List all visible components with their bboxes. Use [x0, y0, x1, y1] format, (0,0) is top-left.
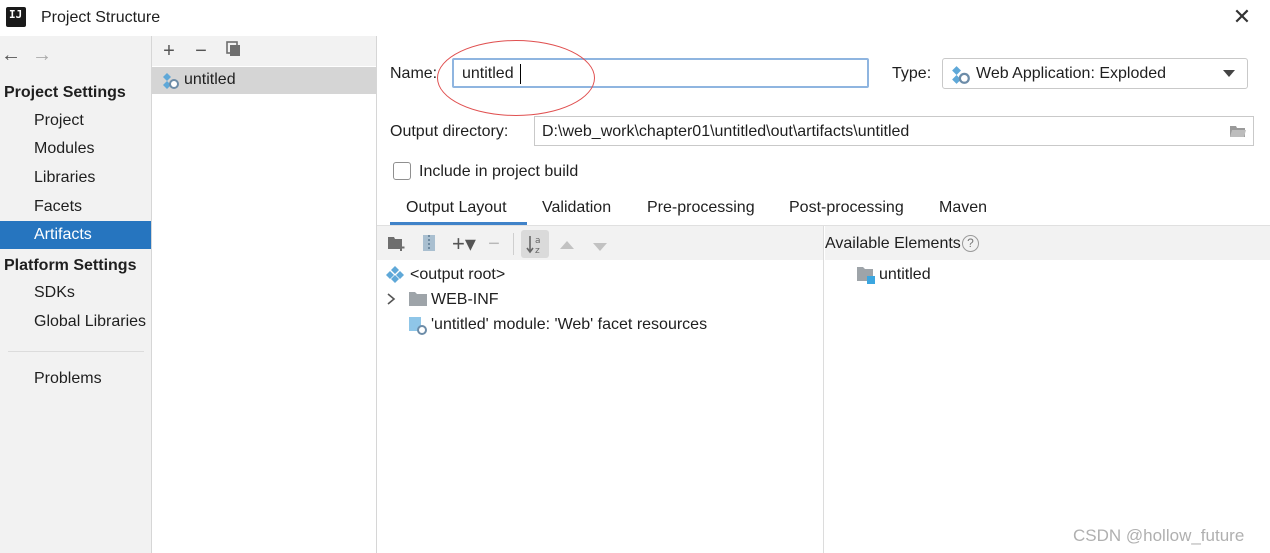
remove-icon[interactable]: −	[484, 234, 504, 254]
close-icon[interactable]: ✕	[1231, 6, 1253, 28]
tree-item-output-root[interactable]: <output root>	[410, 266, 505, 284]
back-arrow-icon[interactable]: ←	[1, 44, 21, 67]
web-facet-resources-icon	[408, 316, 428, 341]
help-icon[interactable]: ?	[962, 235, 979, 252]
forward-arrow-icon[interactable]: →	[32, 44, 52, 67]
output-directory-field[interactable]: D:\web_work\chapter01\untitled\out\artif…	[534, 116, 1254, 146]
chevron-right-icon[interactable]	[386, 292, 396, 309]
add-icon[interactable]: +	[158, 40, 180, 62]
include-in-build-label: Include in project build	[419, 163, 579, 180]
copy-icon[interactable]	[223, 40, 245, 62]
move-down-icon[interactable]	[592, 239, 608, 257]
include-in-build-checkbox[interactable]	[393, 162, 411, 180]
module-icon	[856, 266, 876, 289]
add-icon[interactable]: +▾	[452, 233, 476, 255]
type-select[interactable]: Web Application: Exploded	[942, 58, 1248, 89]
intellij-idea-icon: IJ	[3, 4, 29, 30]
tab-post-processing[interactable]: Post-processing	[789, 199, 904, 217]
svg-text:a: a	[535, 236, 541, 246]
web-application-icon	[951, 65, 971, 90]
sidebar-item-libraries[interactable]: Libraries	[0, 164, 151, 192]
artifact-name: untitled	[184, 71, 236, 88]
sidebar-divider	[8, 351, 144, 352]
tab-pre-processing[interactable]: Pre-processing	[647, 199, 755, 217]
panel-divider	[823, 226, 824, 553]
sort-icon[interactable]: az	[521, 230, 549, 258]
archive-icon[interactable]	[419, 234, 439, 254]
window-title: Project Structure	[41, 9, 161, 26]
sidebar-item-global-libraries[interactable]: Global Libraries	[0, 308, 151, 336]
sidebar-item-artifacts[interactable]: Artifacts	[0, 221, 151, 249]
tab-validation[interactable]: Validation	[542, 199, 611, 217]
artifact-list-toolbar	[152, 36, 376, 66]
new-folder-icon[interactable]	[387, 234, 407, 254]
output-directory-value: D:\web_work\chapter01\untitled\out\artif…	[542, 123, 910, 140]
chevron-down-icon	[1223, 70, 1235, 77]
watermark: CSDN @hollow_future	[1073, 526, 1245, 545]
platform-settings-header: Platform Settings	[4, 257, 137, 274]
output-directory-label: Output directory:	[390, 123, 509, 140]
tab-maven[interactable]: Maven	[939, 199, 987, 217]
svg-text:z: z	[535, 246, 540, 256]
artifact-list	[152, 36, 377, 553]
toolbar-separator	[513, 233, 514, 255]
sidebar-item-problems[interactable]: Problems	[0, 365, 151, 393]
name-label: Name:	[390, 65, 438, 82]
available-elements-label: Available Elements	[825, 235, 961, 252]
tab-output-layout[interactable]: Output Layout	[406, 199, 507, 217]
sidebar-item-project[interactable]: Project	[0, 107, 151, 135]
sidebar-item-facets[interactable]: Facets	[0, 193, 151, 221]
title-bar	[0, 0, 1270, 36]
output-root-icon	[386, 265, 404, 288]
move-up-icon[interactable]	[559, 237, 575, 255]
annotation-circle	[437, 40, 595, 116]
project-settings-header: Project Settings	[4, 84, 126, 101]
tree-item-web-inf[interactable]: WEB-INF	[431, 291, 499, 309]
type-value: Web Application: Exploded	[976, 65, 1167, 82]
web-artifact-icon	[162, 72, 180, 95]
folder-open-icon[interactable]	[1229, 124, 1247, 138]
tree-item-web-facet-resources[interactable]: 'untitled' module: 'Web' facet resources	[431, 316, 707, 334]
sidebar-item-modules[interactable]: Modules	[0, 135, 151, 163]
sidebar-item-sdks[interactable]: SDKs	[0, 279, 151, 307]
available-item-untitled[interactable]: untitled	[879, 266, 931, 284]
remove-icon[interactable]: −	[190, 40, 212, 62]
folder-icon	[408, 291, 428, 312]
type-label: Type:	[892, 65, 932, 82]
